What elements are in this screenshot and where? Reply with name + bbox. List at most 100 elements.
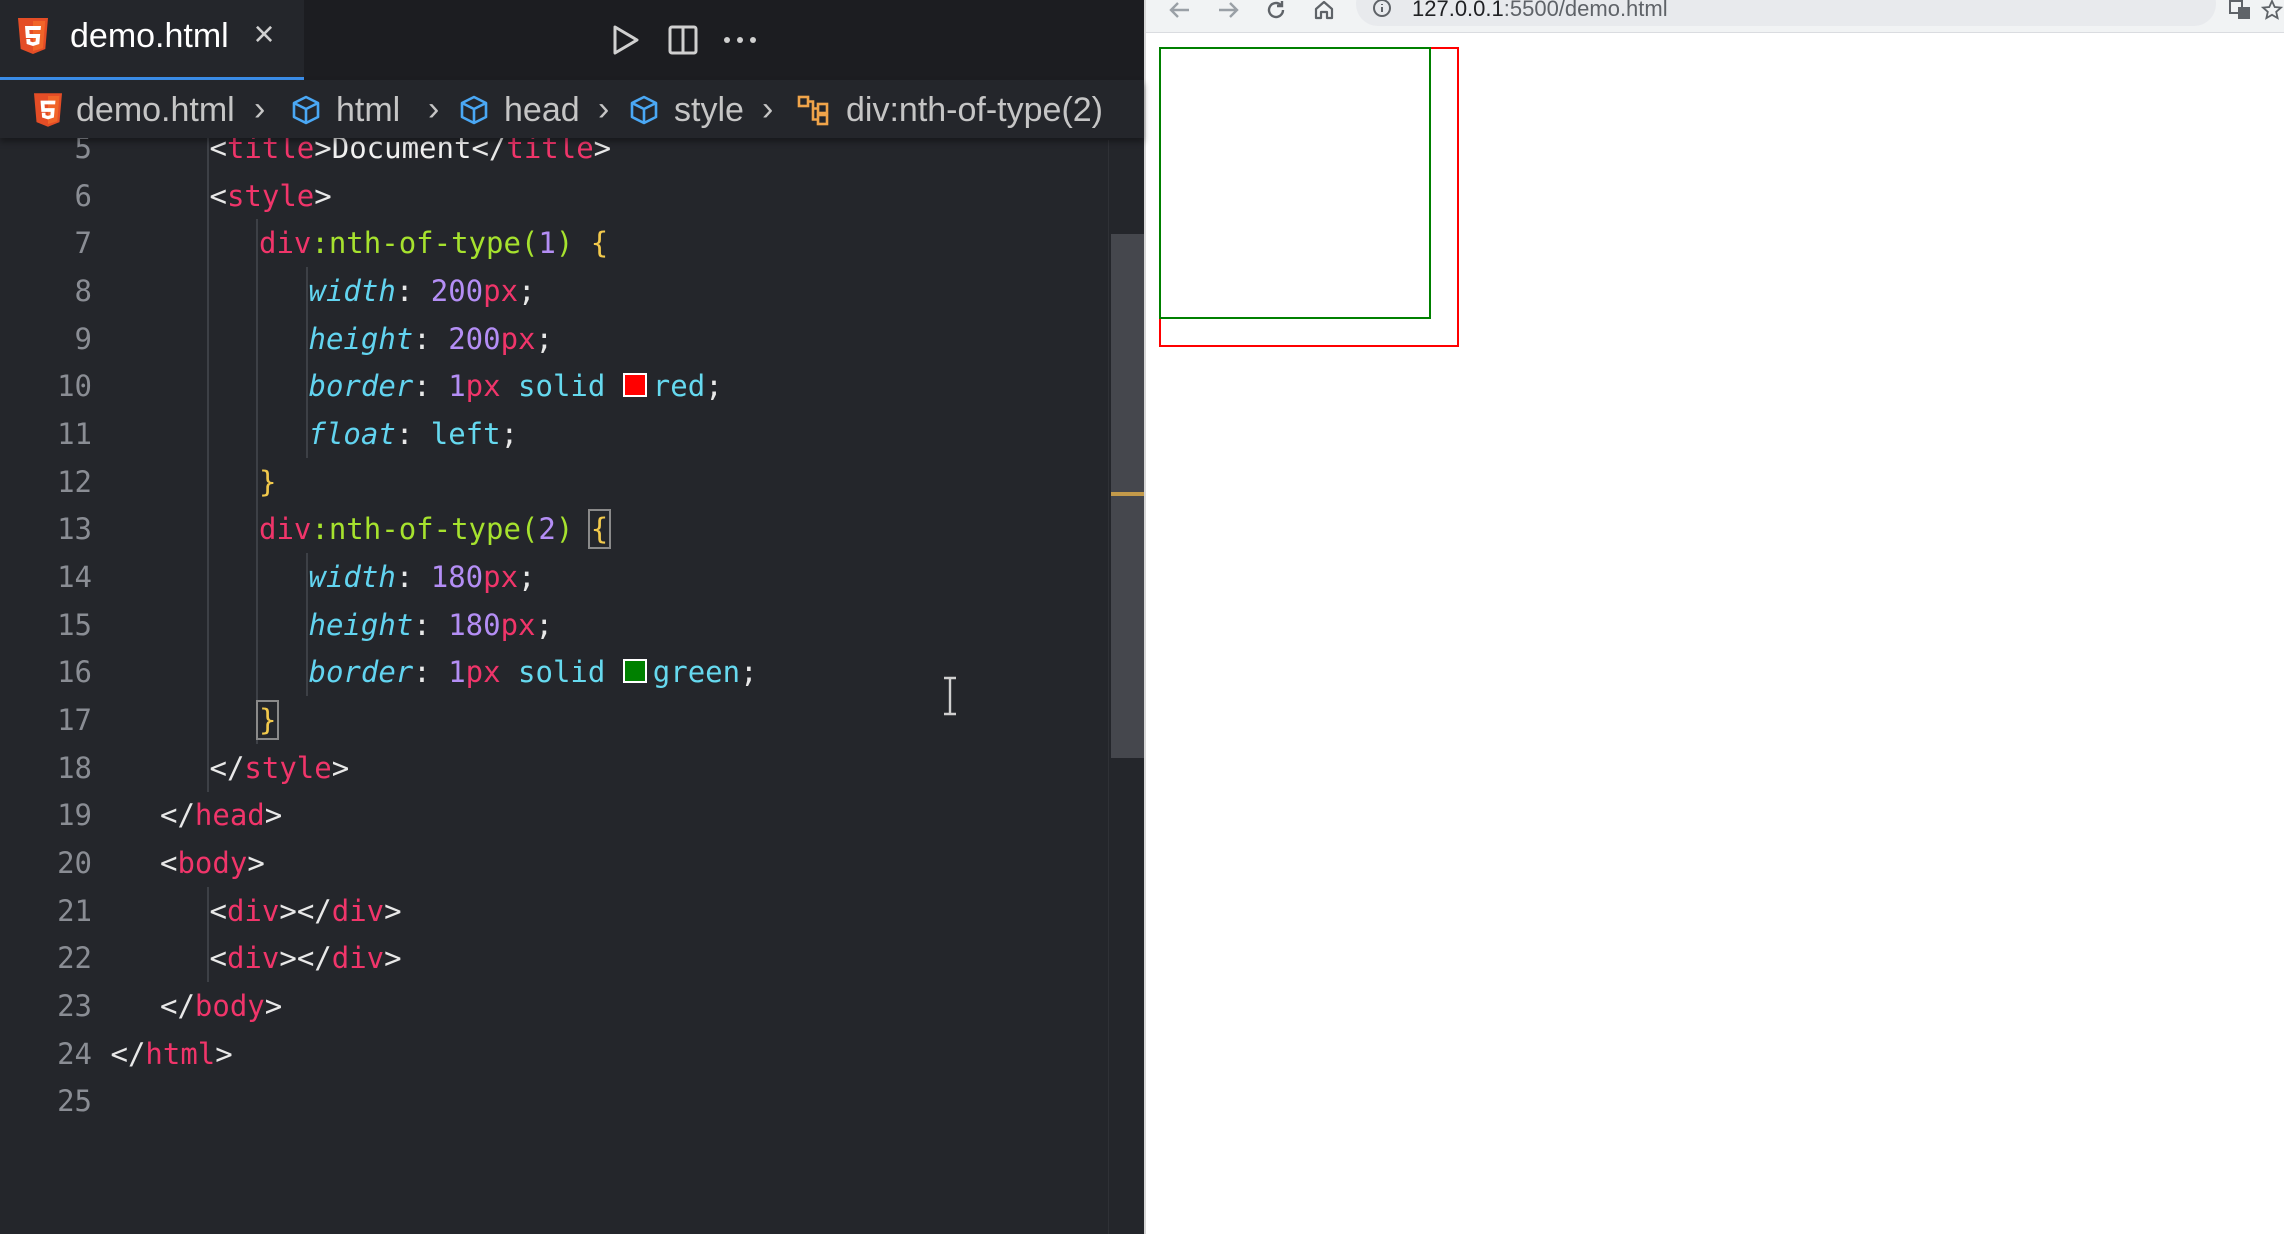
- green-bordered-div: [1159, 47, 1431, 319]
- code-token: px: [483, 559, 519, 594]
- code-line[interactable]: 13 div:nth-of-type(2) {: [0, 505, 1108, 554]
- indent-guide: [305, 600, 308, 649]
- url-path: :5500/demo.html: [1503, 0, 1668, 21]
- code-line[interactable]: 12}: [0, 457, 1108, 506]
- code-text: </head>: [160, 791, 282, 839]
- code-line[interactable]: 9 height: 200px;: [0, 314, 1108, 363]
- code-token: ;: [518, 559, 536, 594]
- breadcrumb-item-html[interactable]: html: [290, 90, 400, 130]
- address-bar[interactable]: 127.0.0.1:5500/demo.html: [1356, 0, 2216, 26]
- code-token: style: [244, 750, 332, 785]
- code-token: </: [160, 988, 195, 1023]
- code-line[interactable]: 8 width: 200px;: [0, 266, 1108, 315]
- code-line[interactable]: 19 </head>: [0, 791, 1108, 839]
- code-line[interactable]: 15 height: 180px;: [0, 600, 1108, 649]
- code-token: body: [194, 988, 265, 1023]
- code-token: 200: [448, 321, 501, 356]
- color-swatch[interactable]: [622, 373, 647, 398]
- code-text: width: 200px;: [309, 267, 536, 315]
- code-line[interactable]: 25: [0, 1077, 1108, 1125]
- code-token: {: [587, 509, 612, 550]
- code-line[interactable]: 20 <body>: [0, 839, 1108, 887]
- indent-guide: [206, 457, 209, 506]
- breadcrumb-item-style[interactable]: style: [628, 90, 744, 130]
- code-line[interactable]: 11 float: left;: [0, 409, 1108, 458]
- code-line[interactable]: 6 <style>: [0, 171, 1108, 220]
- code-token: :nth-of-type(: [311, 226, 539, 261]
- line-number: 19: [57, 798, 92, 833]
- code-line[interactable]: 18 </style>: [0, 743, 1108, 792]
- code-line[interactable]: 10 border: 1px solid red;: [0, 362, 1108, 411]
- code-line[interactable]: 21 <div></div>: [0, 886, 1108, 935]
- indent-guide: [256, 266, 258, 315]
- line-number: 8: [74, 273, 92, 308]
- indent-guide: [256, 505, 258, 554]
- code-token: height: [308, 321, 414, 356]
- breadcrumb-item-head[interactable]: head: [458, 90, 580, 130]
- code-token: <: [160, 845, 178, 880]
- indent-guide: [305, 362, 308, 411]
- scrollbar-thumb[interactable]: [1111, 234, 1145, 758]
- code-text: </html>: [111, 1030, 233, 1078]
- more-icon[interactable]: [714, 14, 766, 66]
- code-line[interactable]: 14 width: 180px;: [0, 552, 1108, 601]
- code-text: }: [255, 696, 280, 744]
- chevron-right-icon: ›: [762, 90, 774, 128]
- indent-guide: [206, 934, 209, 983]
- breadcrumb-label: div:nth-of-type(2): [846, 90, 1103, 129]
- code-token: body: [177, 845, 248, 880]
- code-token: div: [331, 941, 385, 976]
- split-editor-icon[interactable]: [657, 14, 709, 66]
- tab-demo-html[interactable]: demo.html ×: [0, 0, 304, 80]
- text-cursor-icon: [944, 676, 956, 716]
- code-token: ): [555, 226, 574, 261]
- breadcrumb-label: demo.html: [76, 90, 235, 129]
- code-text: <div></div>: [210, 934, 402, 982]
- code-editor[interactable]: demo.html × demo.html › html › head › st…: [0, 0, 1145, 1234]
- code-line[interactable]: 24 </html>: [0, 1030, 1108, 1078]
- indent-guide: [206, 886, 209, 935]
- translate-icon[interactable]: [2222, 0, 2258, 26]
- play-icon[interactable]: [600, 14, 652, 66]
- code-token: ></: [279, 893, 332, 928]
- editor-tab-bar: demo.html ×: [0, 0, 1144, 81]
- arrow-right-icon[interactable]: [1210, 0, 1246, 26]
- code-token: width: [308, 559, 396, 594]
- code-token: left: [430, 416, 501, 451]
- reload-icon[interactable]: [1258, 0, 1294, 26]
- code-line[interactable]: 23 </body>: [0, 982, 1108, 1030]
- indent-guide: [256, 219, 258, 268]
- color-swatch[interactable]: [622, 659, 647, 684]
- code-token: 180: [430, 559, 484, 594]
- close-tab-icon[interactable]: ×: [248, 14, 280, 54]
- indent-guide: [206, 648, 209, 697]
- url-text[interactable]: 127.0.0.1:5500/demo.html: [1412, 0, 1668, 22]
- home-icon[interactable]: [1306, 0, 1342, 26]
- line-number: 12: [57, 464, 92, 499]
- line-number: 11: [57, 416, 92, 451]
- html5-icon: [34, 93, 62, 127]
- breadcrumb-item-file[interactable]: demo.html: [34, 90, 235, 130]
- line-number: 13: [57, 512, 92, 547]
- arrow-left-icon[interactable]: [1162, 0, 1198, 26]
- code-token: <: [209, 893, 227, 928]
- editor-scrollbar[interactable]: [1108, 140, 1145, 1234]
- page-viewport: [1146, 33, 2284, 1234]
- code-line[interactable]: 7 div:nth-of-type(1) {: [0, 219, 1108, 268]
- code-token: 2: [538, 512, 556, 547]
- info-icon[interactable]: [1372, 0, 1392, 23]
- code-token: ;: [500, 416, 519, 451]
- html5-icon: [18, 18, 48, 59]
- line-number: 6: [74, 178, 92, 213]
- code-token: green: [652, 655, 741, 690]
- code-token: 180: [448, 607, 501, 642]
- code-token: </: [209, 750, 245, 785]
- indent-guide: [256, 362, 258, 411]
- code-line[interactable]: 22 <div></div>: [0, 934, 1108, 983]
- code-token: px: [500, 321, 536, 356]
- code-token: :: [413, 655, 449, 690]
- code-token: ></: [279, 941, 332, 976]
- code-token: style: [226, 178, 315, 213]
- star-icon[interactable]: [2258, 0, 2284, 26]
- breadcrumb-item-selector[interactable]: div:nth-of-type(2): [796, 90, 1103, 130]
